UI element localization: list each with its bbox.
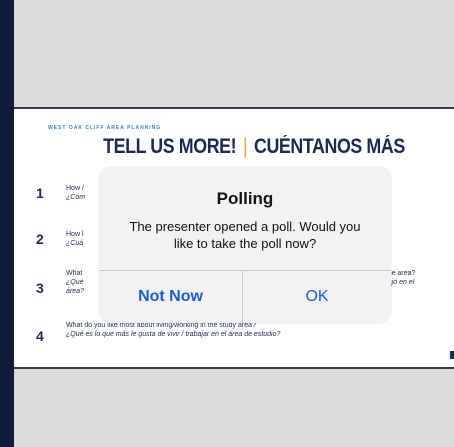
question-text-es-line2: área? [66,288,84,295]
question-text-es: ¿Cuá [66,240,84,247]
slide-kicker: WEST OAK CLIFF AREA PLANNING [48,125,162,131]
question-text-es: ¿Qué es lo que más le gusta de vivir / t… [66,331,281,338]
slide-corner-mark [450,351,454,359]
question-text-en: How / [66,185,84,192]
dialog-title: Polling [216,189,274,208]
dialog-message: The presenter opened a poll. Would you l… [129,219,361,251]
title-separator: | [242,135,248,158]
question-text-en: What do you like most about living/worki… [66,322,256,329]
slide-title-es: CUÉNTANOS MÁS [253,135,405,158]
ok-button[interactable]: OK [243,271,391,323]
poll-dialog: Polling The presenter opened a poll. Wou… [99,167,391,323]
question-number: 4 [36,328,44,344]
not-now-button[interactable]: Not Now [99,271,242,323]
question-text-en: What [66,270,83,277]
question-text-es: ¿Cóm [66,194,86,201]
question-text-en: How l [66,231,84,238]
question-number: 2 [36,231,44,247]
question-number: 1 [36,185,44,201]
slide-title-en: TELL US MORE! [103,135,237,158]
question-text-es: ¿Qué [66,279,84,286]
question-number: 3 [36,280,44,296]
slide-headline: TELL US MORE! | CUÉNTANOS MÁS [50,135,454,159]
